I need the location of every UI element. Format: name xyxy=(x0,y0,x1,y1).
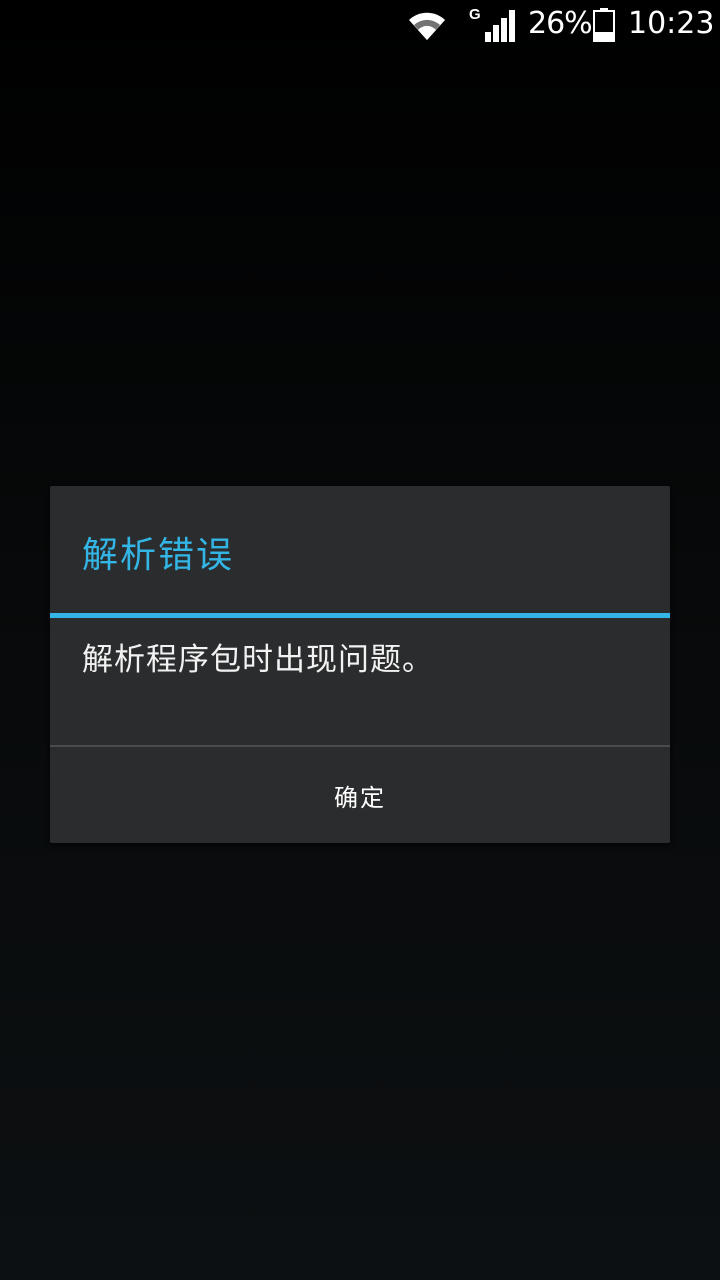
dialog-title: 解析错误 xyxy=(82,535,235,576)
battery-percent: 26% xyxy=(528,6,593,41)
ok-button[interactable]: 确定 xyxy=(50,747,670,843)
status-bar: G 26% 10:23 xyxy=(0,0,720,50)
clock: 10:23 xyxy=(628,6,715,41)
ok-button-label: 确定 xyxy=(334,783,386,812)
error-dialog: 解析错误 解析程序包时出现问题。 确定 xyxy=(50,486,670,843)
title-divider xyxy=(50,613,670,618)
network-type-label: G xyxy=(469,6,481,23)
battery-icon xyxy=(593,8,615,42)
signal-icon xyxy=(485,10,515,42)
dialog-message: 解析程序包时出现问题。 xyxy=(82,642,434,678)
wifi-icon xyxy=(409,12,445,40)
